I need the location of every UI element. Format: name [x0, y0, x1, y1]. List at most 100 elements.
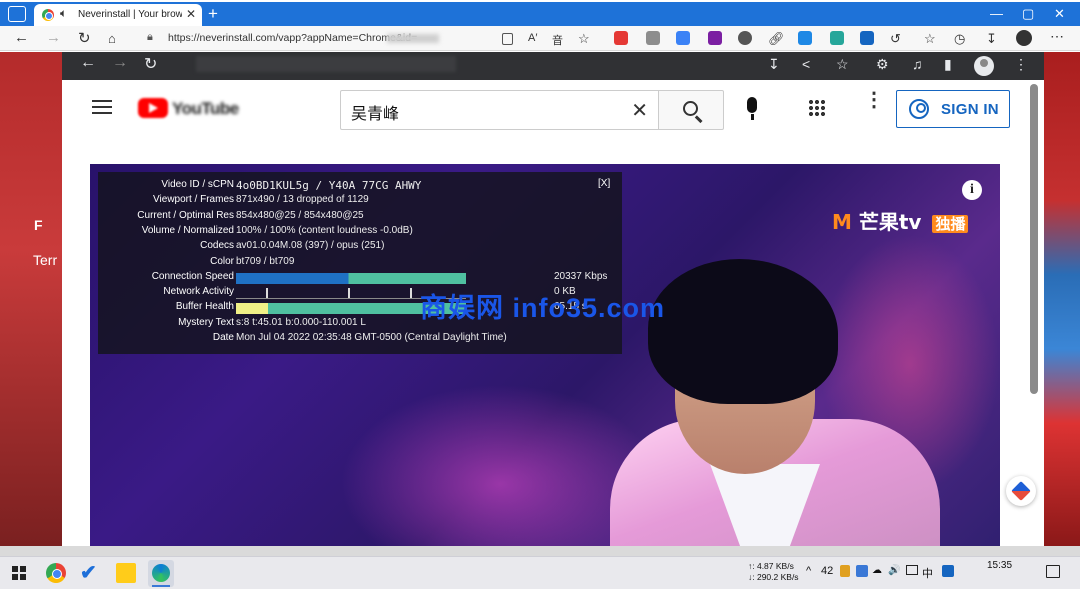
favorites-icon[interactable]: ☆ — [924, 31, 936, 47]
apps-grid-icon[interactable] — [808, 99, 826, 117]
read-aloud-icon[interactable]: A′ — [528, 32, 537, 44]
tab-audio-icon[interactable]: 🔈︎ — [60, 6, 67, 21]
search-button[interactable] — [658, 90, 724, 130]
close-window-button[interactable]: ✕ — [1054, 6, 1065, 22]
new-tab-button[interactable]: + — [208, 4, 218, 24]
stats-key: Network Activity — [163, 286, 234, 298]
extension-purple-icon[interactable] — [708, 31, 722, 45]
search-input[interactable]: 吴青峰 ✕ — [340, 90, 658, 130]
sign-in-label: SIGN IN — [941, 101, 999, 118]
tray-app-icon[interactable] — [856, 565, 868, 577]
notification-center-icon[interactable] — [1046, 565, 1060, 578]
stats-value: Mon Jul 04 2022 02:35:48 GMT-0500 (Centr… — [236, 332, 507, 343]
forward-arrow-icon[interactable]: → — [46, 29, 61, 46]
floating-assistant-icon[interactable] — [1006, 476, 1036, 506]
tray-shield-icon[interactable] — [840, 565, 850, 577]
stats-row: Connection Speed 20337 Kbps — [98, 271, 622, 286]
speed-graph-bar — [236, 272, 466, 284]
tray-du-icon[interactable] — [942, 565, 954, 577]
minimize-button[interactable]: — — [990, 6, 1003, 21]
back-arrow-icon[interactable]: ← — [14, 29, 29, 46]
remote-sidepanel-icon[interactable]: ▮ — [944, 56, 952, 73]
browser-toolbar: ← → ↻ ⌂ 🔒︎ https://neverinstall.com/vapp… — [0, 26, 1080, 51]
remote-media-icon[interactable]: ♫ — [912, 56, 923, 72]
reload-icon[interactable]: ↻ — [78, 29, 91, 47]
shield-icon[interactable] — [738, 31, 752, 45]
tab-actions-icon[interactable] — [8, 6, 26, 22]
chrome-taskbar-icon[interactable] — [46, 563, 66, 583]
upload-speed: ↑: 4.87 KB/s — [748, 561, 794, 571]
tray-cloud-icon[interactable]: ☁ — [872, 565, 882, 576]
sticky-notes-taskbar-icon[interactable] — [116, 563, 136, 583]
extension-c-icon[interactable] — [798, 31, 812, 45]
desktop-background-right — [1044, 52, 1080, 547]
youtube-logo-icon[interactable] — [138, 98, 168, 118]
stats-row: Color bt709 / bt709 — [98, 256, 622, 271]
extension-check-icon[interactable] — [830, 31, 844, 45]
remote-share-icon[interactable]: < — [802, 56, 810, 72]
network-activity-tick — [410, 288, 412, 299]
download-icon[interactable]: ↧ — [986, 31, 997, 47]
more-options-icon[interactable]: ⋮ — [864, 90, 884, 110]
download-speed: ↓: 290.2 KB/s — [748, 572, 799, 582]
stats-row: Date Mon Jul 04 2022 02:35:48 GMT-0500 (C… — [98, 332, 622, 347]
tray-ime-indicator[interactable]: 中 — [922, 565, 933, 581]
stats-value: 20337 Kbps — [554, 270, 608, 282]
tab-title: Neverinstall | Your browser — [78, 9, 182, 20]
tray-display-icon[interactable] — [906, 565, 918, 575]
remote-reload-icon[interactable]: ↻ — [144, 54, 157, 74]
lock-icon[interactable]: 🔒︎ — [147, 31, 153, 44]
stats-key: Volume / Normalized — [141, 224, 234, 236]
remote-extensions-icon[interactable]: ⚙ — [876, 56, 889, 73]
youtube-logo-text[interactable]: YouTube — [172, 99, 239, 119]
profile-avatar[interactable] — [1016, 30, 1032, 46]
stats-row: Viewport / Frames 871x490 / 13 dropped of… — [98, 194, 622, 209]
network-activity-tick — [266, 288, 268, 299]
taskbar-clock[interactable]: 15:35 — [987, 560, 1012, 571]
page-scrollbar[interactable] — [1030, 84, 1038, 394]
windows-start-icon[interactable] — [12, 566, 26, 580]
info-icon[interactable]: i — [962, 180, 982, 200]
mango-tv-logo-mark: M — [832, 210, 852, 234]
history-icon[interactable]: ◷ — [954, 31, 965, 47]
tray-volume-icon[interactable]: 🔊 — [888, 565, 900, 576]
translate-icon[interactable]: ⾳ — [552, 32, 563, 48]
extension-grid-icon[interactable] — [860, 31, 874, 45]
favorite-add-icon[interactable]: ☆ — [578, 31, 590, 47]
remote-install-icon[interactable]: ↧ — [768, 56, 780, 73]
tray-overflow-icon[interactable]: ^ — [806, 565, 811, 577]
clear-search-icon[interactable]: ✕ — [631, 98, 648, 123]
tablet-view-icon[interactable] — [502, 33, 513, 45]
remote-forward-icon[interactable]: → — [112, 54, 128, 72]
extension-gray-icon[interactable] — [646, 31, 660, 45]
video-player[interactable]: M 芒果tv 独播 i [X] Video ID / sCPN 4o0BD1KUL… — [90, 164, 1000, 547]
stats-key: Date — [212, 332, 234, 343]
extension-red-icon[interactable] — [614, 31, 628, 45]
hamburger-menu-icon[interactable] — [92, 100, 112, 114]
home-icon[interactable]: ⌂ — [108, 31, 116, 46]
link-icon[interactable]: 🔗︎ — [768, 31, 785, 47]
menu-icon[interactable]: ⋯ — [1050, 28, 1064, 45]
remote-menu-icon[interactable]: ⋮ — [1014, 56, 1028, 73]
screen: 🔈︎ Neverinstall | Your browser ✕ + — ▢ ✕… — [0, 0, 1080, 589]
tab-close-icon[interactable]: ✕ — [186, 7, 196, 21]
horizontal-scrollbar[interactable] — [0, 546, 1080, 556]
search-query[interactable]: 吴青峰 — [351, 100, 399, 124]
remote-back-icon[interactable]: ← — [80, 54, 96, 72]
todo-taskbar-icon[interactable]: ✔ — [80, 560, 100, 584]
remote-profile-avatar[interactable] — [974, 56, 994, 76]
stats-key: Connection Speed — [151, 270, 234, 282]
desktop-left-label: Terr — [33, 252, 58, 268]
remote-address-bar[interactable] — [196, 56, 456, 72]
sign-in-button[interactable]: SIGN IN — [896, 90, 1010, 128]
remote-bookmark-icon[interactable]: ☆ — [836, 56, 849, 73]
browser-tab[interactable]: 🔈︎ Neverinstall | Your browser ✕ — [34, 4, 202, 26]
edge-taskbar-icon[interactable] — [148, 560, 174, 587]
address-bar[interactable]: https://neverinstall.com/vapp?appName=Ch… — [168, 32, 417, 44]
stats-key: Buffer Health — [175, 301, 234, 313]
maximize-button[interactable]: ▢ — [1022, 6, 1034, 22]
extension-blue-icon[interactable] — [676, 31, 690, 45]
microphone-icon[interactable] — [747, 97, 757, 120]
sync-icon[interactable]: ↺ — [890, 31, 901, 47]
stats-value: 4o0BD1KUL5g / Y40A 77CG AHWY — [236, 179, 422, 192]
